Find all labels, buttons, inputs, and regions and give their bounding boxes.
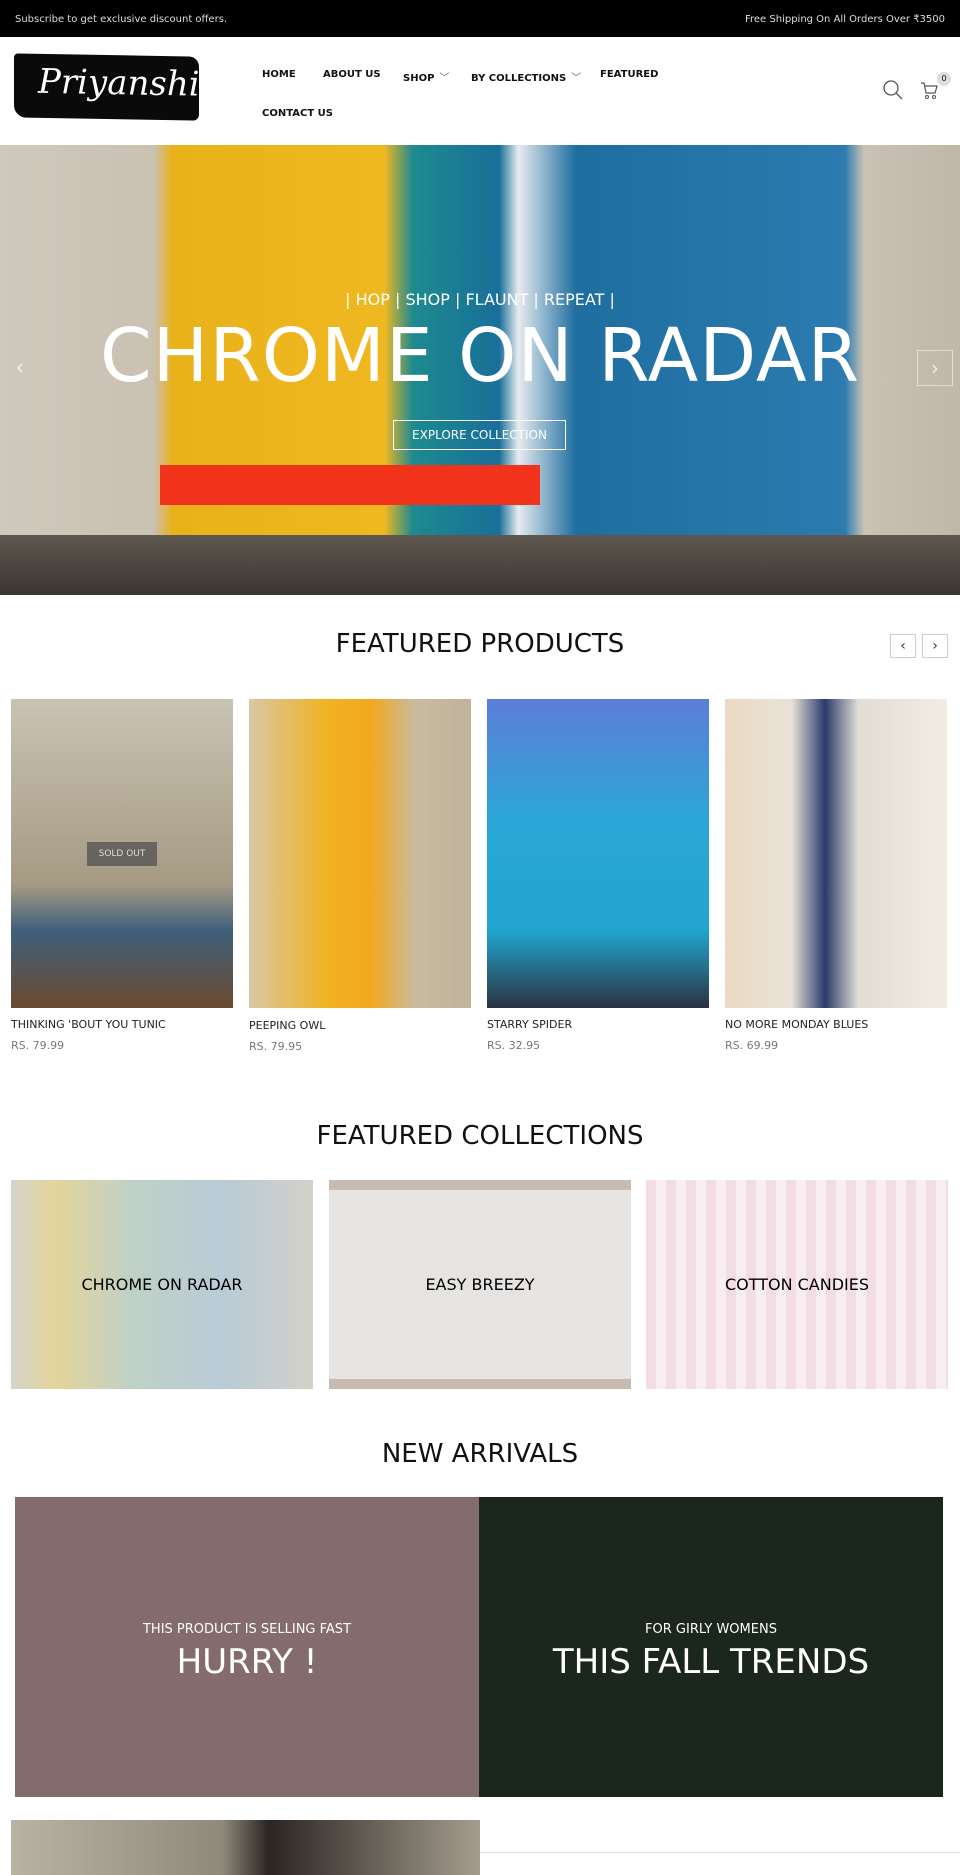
hero-slideshow: | HOP | SHOP | FLAUNT | REPEAT | CHROME …: [0, 145, 960, 595]
banner-subtitle: THIS PRODUCT IS SELLING FAST: [142, 1622, 352, 1637]
product-image[interactable]: [487, 699, 709, 1008]
hero-image-ground: [0, 535, 960, 595]
product-price: RS. 79.95: [249, 1040, 303, 1053]
product-card[interactable]: NO MORE MONDAY BLUES RS. 69.99: [725, 699, 947, 1052]
next-slide-icon[interactable]: ›: [917, 350, 953, 386]
chevron-down-icon: ﹀: [571, 73, 582, 84]
product-price: RS. 79.99: [11, 1039, 65, 1052]
product-name[interactable]: STARRY SPIDER: [487, 1018, 709, 1031]
prev-slide-icon[interactable]: ‹: [2, 350, 38, 386]
logo[interactable]: Priyanshi: [14, 53, 200, 121]
featured-collections-title: FEATURED COLLECTIONS: [316, 1121, 644, 1151]
explore-collection-button[interactable]: EXPLORE COLLECTION: [393, 420, 566, 450]
carousel-prev-button[interactable]: ‹: [890, 634, 916, 658]
collection-tile[interactable]: COTTON CANDIES: [646, 1180, 948, 1389]
cart-count-badge: 0: [937, 72, 951, 86]
hero-title: CHROME ON RADAR: [100, 313, 860, 399]
nav-contact-us[interactable]: CONTACT US: [262, 108, 333, 119]
product-card[interactable]: PEEPING OWL RS. 79.95: [249, 699, 471, 1053]
divider: [480, 1852, 960, 1853]
search-icon[interactable]: [882, 79, 904, 101]
product-card[interactable]: SOLD OUT THINKING 'BOUT YOU TUNIC RS. 79…: [11, 699, 233, 1052]
nav-featured[interactable]: FEATURED: [600, 69, 658, 80]
banner-title: THIS FALL TRENDS: [552, 1642, 870, 1682]
carousel-next-button[interactable]: ›: [922, 634, 948, 658]
product-card[interactable]: STARRY SPIDER RS. 32.95: [487, 699, 709, 1052]
nav-shop[interactable]: SHOP ﹀: [403, 69, 449, 84]
new-arrivals-title: NEW ARRIVALS: [381, 1439, 579, 1469]
collection-tile[interactable]: EASY BREEZY: [329, 1180, 631, 1389]
hero-tagline: | HOP | SHOP | FLAUNT | REPEAT |: [345, 290, 615, 309]
product-name[interactable]: THINKING 'BOUT YOU TUNIC: [11, 1018, 233, 1031]
sold-out-badge: SOLD OUT: [87, 842, 157, 866]
product-image[interactable]: [11, 1820, 480, 1875]
promo-banner-fall-trends[interactable]: FOR GIRLY WOMENS THIS FALL TRENDS: [479, 1497, 943, 1797]
banner-title: HURRY !: [176, 1642, 318, 1682]
promo-banner-hurry[interactable]: THIS PRODUCT IS SELLING FAST HURRY !: [15, 1497, 479, 1797]
nav-by-collections[interactable]: BY COLLECTIONS ﹀: [471, 69, 581, 84]
featured-products-title: FEATURED PRODUCTS: [335, 629, 625, 659]
product-price: RS. 32.95: [487, 1039, 541, 1052]
product-price: RS. 69.99: [725, 1039, 779, 1052]
hero-image-detail: [160, 465, 540, 505]
product-image[interactable]: [725, 699, 947, 1008]
product-name[interactable]: NO MORE MONDAY BLUES: [725, 1018, 947, 1031]
nav-about-us[interactable]: ABOUT US: [323, 69, 381, 80]
product-image[interactable]: [249, 699, 471, 1008]
chevron-down-icon: ﹀: [439, 73, 450, 84]
cart-icon[interactable]: [920, 81, 938, 101]
subscribe-text: Subscribe to get exclusive discount offe…: [15, 14, 228, 25]
collection-tile[interactable]: CHROME ON RADAR: [11, 1180, 313, 1389]
shipping-text: Free Shipping On All Orders Over ₹3500: [744, 14, 945, 25]
announcement-bar: Subscribe to get exclusive discount offe…: [0, 0, 960, 37]
site-header: Priyanshi HOME ABOUT US SHOP ﹀ BY COLLECT…: [0, 37, 960, 145]
banner-subtitle: FOR GIRLY WOMENS: [645, 1622, 777, 1637]
nav-home[interactable]: HOME: [262, 69, 296, 80]
product-name[interactable]: PEEPING OWL: [249, 1019, 471, 1032]
